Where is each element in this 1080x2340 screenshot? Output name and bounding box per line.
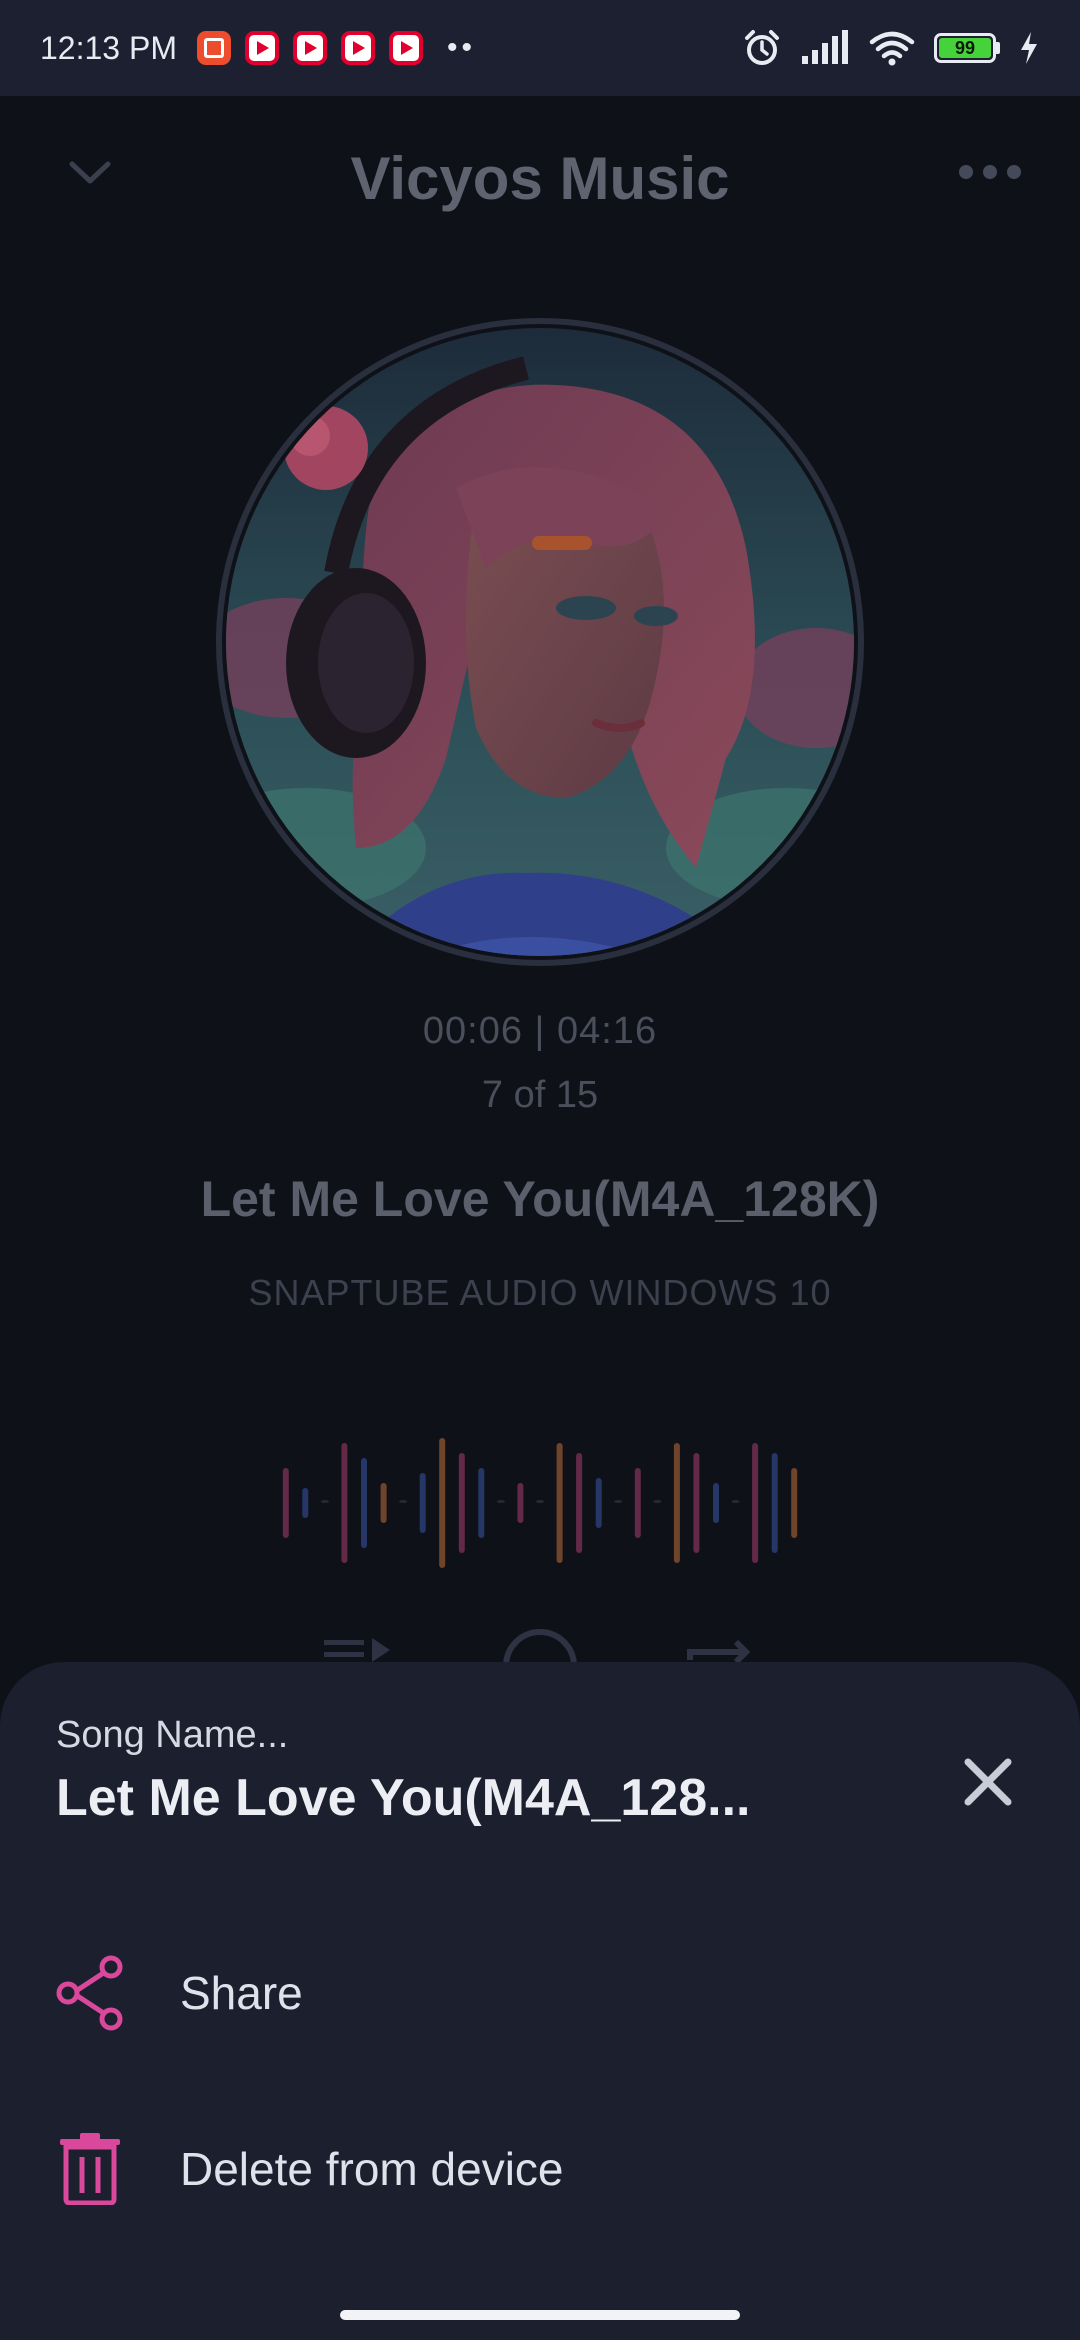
visualizer-bar [752, 1443, 759, 1563]
battery-icon: 99 [934, 33, 1000, 63]
visualizer-bar [419, 1473, 426, 1533]
visualizer-bar [536, 1500, 544, 1503]
youtube-icon [340, 31, 375, 65]
wifi-icon [869, 31, 915, 66]
charging-icon [1021, 32, 1037, 64]
visualizer-bar [634, 1468, 641, 1538]
youtube-icon [244, 31, 279, 65]
track-position: 7 of 15 [481, 1074, 599, 1116]
artist-name: SNAPTUBE AUDIO WINDOWS 10 [248, 1272, 832, 1313]
repeat-icon[interactable] [680, 1626, 760, 1666]
more-dot [959, 165, 973, 179]
visualizer-bar [517, 1483, 524, 1523]
battery-cap [996, 42, 1000, 54]
visualizer-bar [282, 1468, 289, 1538]
visualizer-bar [693, 1453, 700, 1553]
sheet-song-name: Let Me Love You(M4A_128... [56, 1769, 751, 1827]
status-bar: 12:13 PM •• 99 [0, 0, 1080, 96]
song-options-sheet: Song Name... Let Me Love You(M4A_128... … [0, 1662, 1080, 2340]
album-art [226, 328, 854, 956]
playlist-icon[interactable] [320, 1626, 400, 1666]
visualizer-bar [496, 1500, 505, 1503]
status-left: 12:13 PM •• [40, 30, 476, 67]
more-dot [1007, 165, 1021, 179]
progress-knob[interactable] [532, 536, 592, 550]
player-header: Vicyos Music [0, 96, 1080, 256]
timer-icon[interactable] [500, 1626, 580, 1666]
signal-icon [802, 30, 848, 64]
visualizer-bar [361, 1458, 367, 1548]
visualizer-bar [731, 1500, 740, 1503]
more-dot [983, 165, 997, 179]
alarm-icon [745, 30, 779, 65]
delete-menu-item[interactable]: Delete from device [0, 2094, 1080, 2244]
visualizer-bar [713, 1483, 719, 1523]
battery-body: 99 [934, 33, 996, 63]
delete-label: Delete from device [180, 2143, 564, 2195]
visualizer-bar [614, 1500, 623, 1503]
app-title: Vicyos Music [350, 145, 730, 212]
visualizer-bar [556, 1443, 563, 1563]
song-title: Let Me Love You(M4A_128K) [200, 1171, 880, 1227]
visualizer-bar [771, 1453, 778, 1553]
visualizer-bar [478, 1468, 485, 1538]
close-icon [964, 1758, 1012, 1806]
battery-level: 99 [939, 38, 991, 58]
youtube-icon [292, 31, 327, 65]
more-notifications-indicator: •• [446, 31, 476, 64]
visualizer-bar [302, 1488, 309, 1518]
status-right: 99 [742, 0, 1040, 96]
youtube-icon [388, 31, 423, 65]
share-icon [50, 1953, 130, 2033]
visualizer-bar [673, 1443, 680, 1563]
home-indicator[interactable] [340, 2310, 740, 2320]
screen: 12:13 PM •• 99 Vicyos Music 00:06 | 04:1… [0, 0, 1080, 2340]
album-art-illustration [226, 328, 854, 956]
audio-visualizer [282, 1438, 798, 1568]
elapsed-total-time: 00:06 | 04:16 [422, 1010, 658, 1052]
visualizer-bar [576, 1453, 583, 1553]
more-options-button[interactable] [950, 140, 1030, 204]
visualizer-bar [320, 1500, 329, 1503]
album-art-container [216, 318, 864, 966]
share-label: Share [180, 1967, 303, 2019]
visualizer-bar [595, 1478, 602, 1528]
close-button[interactable] [950, 1744, 1026, 1820]
status-time: 12:13 PM [40, 29, 177, 66]
sheet-label: Song Name... [56, 1714, 289, 1756]
visualizer-bar [341, 1443, 348, 1563]
visualizer-bar [399, 1500, 408, 1503]
shopee-icon [196, 31, 231, 65]
visualizer-bar [791, 1468, 798, 1538]
share-menu-item[interactable]: Share [0, 1918, 1080, 2068]
visualizer-bar [439, 1438, 446, 1568]
visualizer-bar [458, 1453, 465, 1553]
visualizer-bar [653, 1500, 662, 1503]
visualizer-bar [380, 1483, 387, 1523]
trash-icon [50, 2129, 130, 2209]
